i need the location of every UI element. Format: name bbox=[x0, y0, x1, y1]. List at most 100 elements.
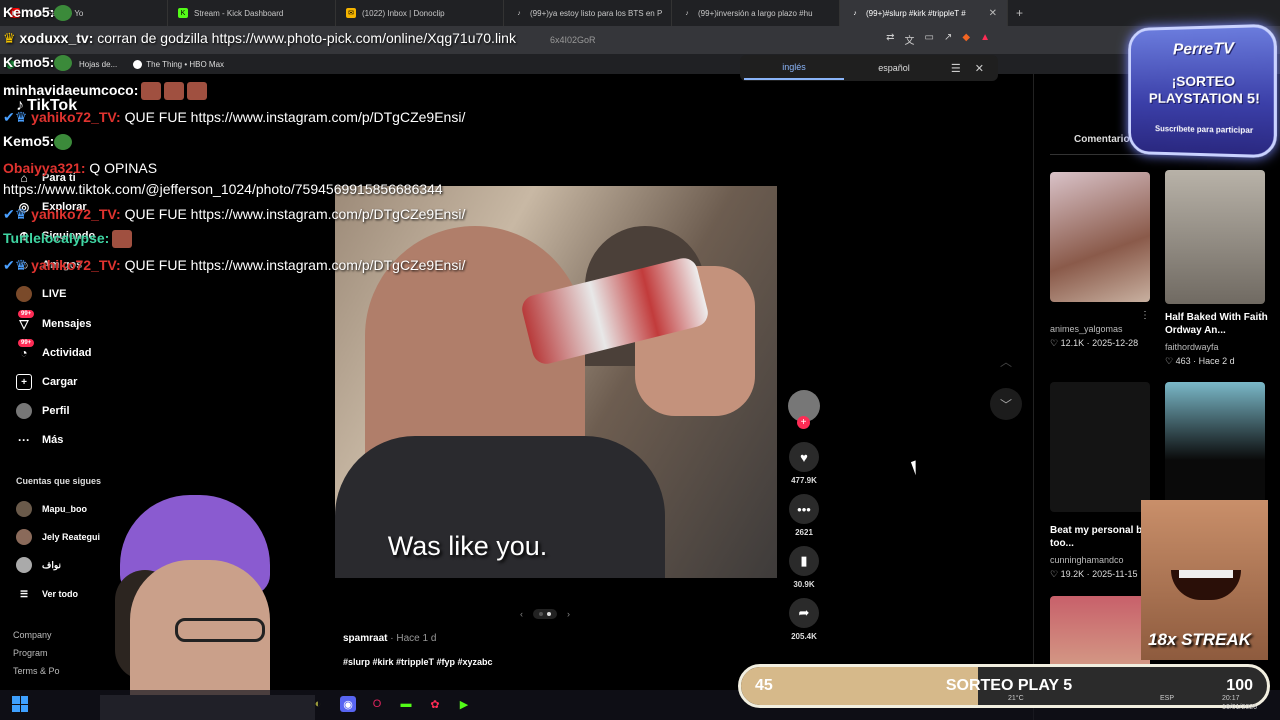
avatar bbox=[16, 501, 32, 517]
related-author[interactable]: faithordwayfa bbox=[1165, 342, 1219, 352]
language-indicator[interactable]: ESP bbox=[1160, 694, 1174, 703]
share-count: 205.4K bbox=[791, 632, 817, 641]
carousel-dot[interactable] bbox=[547, 612, 551, 616]
like-count: 477.9K bbox=[791, 476, 817, 485]
tiktok-icon: ♪ bbox=[853, 9, 857, 17]
related-author[interactable]: animes_yalgomas bbox=[1050, 324, 1123, 334]
progress-goal: 100 bbox=[1226, 677, 1253, 694]
taskbar-app-icon[interactable]: ✿ bbox=[427, 696, 443, 712]
close-icon[interactable]: ✕ bbox=[975, 62, 984, 75]
previous-video-button[interactable]: ︿ bbox=[990, 345, 1022, 377]
kick-icon[interactable]: ▬ bbox=[398, 696, 414, 712]
translate-lang-english[interactable]: inglés bbox=[744, 56, 844, 80]
following-item[interactable]: Jely Reategui bbox=[16, 529, 100, 545]
chat-message: minhavidaeumcoco: bbox=[3, 82, 208, 101]
face-emote-icon bbox=[187, 82, 208, 101]
share-icon[interactable]: ↗ bbox=[944, 32, 952, 47]
see-all-link[interactable]: ☰ Ver todo bbox=[16, 586, 78, 602]
profile-icon bbox=[16, 403, 32, 419]
chevron-right-icon[interactable]: › bbox=[567, 609, 570, 619]
close-tab-icon[interactable]: ✕ bbox=[989, 8, 997, 19]
face-emote-icon bbox=[112, 230, 133, 249]
nav-label: Actividad bbox=[42, 347, 92, 359]
notification-badge: 99+ bbox=[18, 310, 35, 318]
giveaway-brand: PerreTV bbox=[1172, 40, 1234, 59]
opera-icon[interactable]: O bbox=[369, 696, 385, 712]
follow-plus-icon[interactable]: + bbox=[797, 416, 810, 429]
play-icon[interactable]: ▶ bbox=[456, 696, 472, 712]
nav-label: Más bbox=[42, 434, 64, 446]
footer-link[interactable]: Company bbox=[13, 630, 52, 640]
taskbar-app-icon[interactable]: ◐ bbox=[310, 696, 326, 712]
discord-icon[interactable]: ◉ bbox=[340, 696, 356, 712]
chat-username: minhavidaeumcoco: bbox=[3, 82, 139, 98]
streak-counter: 18x STREAK bbox=[1148, 630, 1251, 649]
chat-username: Kemo5: bbox=[3, 4, 55, 20]
windows-start-icon[interactable] bbox=[12, 696, 28, 712]
rewards-icon[interactable]: ▲ bbox=[980, 32, 990, 47]
chat-message: ✔♛ yahiko72_TV: QUE FUE https://www.inst… bbox=[3, 109, 465, 126]
next-video-button[interactable]: ﹀ bbox=[990, 388, 1022, 420]
bookmark-button[interactable]: ▮ 30.9K bbox=[789, 546, 819, 589]
chat-message: ♛ xoduxx_tv: corran de godzilla https://… bbox=[3, 30, 516, 47]
weather-widget[interactable]: 21°C bbox=[1008, 694, 1024, 703]
related-title[interactable]: Half Baked With Faith Ordway An... bbox=[1165, 311, 1275, 337]
heart-outline-icon: ♡ bbox=[1050, 569, 1059, 579]
following-item[interactable]: Mapu_boo bbox=[16, 501, 87, 517]
translate-icon[interactable]: 文 bbox=[905, 32, 915, 47]
following-name: نواف bbox=[42, 559, 61, 570]
sidebar-item-mensajes[interactable]: ▽ 99+ Mensajes bbox=[16, 310, 92, 332]
nav-label: Cargar bbox=[42, 376, 78, 388]
related-thumbnail[interactable] bbox=[1165, 170, 1265, 304]
tiktok-icon: ♪ bbox=[685, 9, 689, 17]
chat-message: https://www.tiktok.com/@jefferson_1024/p… bbox=[3, 181, 443, 197]
cast-icon[interactable]: ▭ bbox=[925, 32, 934, 47]
video-hashtags[interactable]: #slurp #kirk #trippleT #fyp #xyzabc bbox=[343, 657, 493, 667]
video-author[interactable]: spamraat bbox=[343, 633, 387, 644]
chat-username: Kemo5: bbox=[3, 133, 55, 149]
carousel-dot[interactable] bbox=[539, 612, 543, 616]
share-button[interactable]: ➦ 205.4K bbox=[789, 598, 819, 641]
tab-title: (99+)#slurp #kirk #trippleT # bbox=[866, 8, 966, 18]
new-tab-button[interactable]: + bbox=[1008, 6, 1031, 20]
system-tray: ESP bbox=[1160, 694, 1174, 703]
face-emote-icon bbox=[141, 82, 162, 101]
sidebar-item-perfil[interactable]: Perfil bbox=[16, 403, 70, 419]
menu-icon[interactable]: ☰ bbox=[951, 62, 961, 75]
related-thumbnail[interactable] bbox=[1050, 382, 1150, 512]
chat-username: xoduxx_tv: bbox=[19, 30, 94, 46]
clock[interactable]: 20:17 16/01/2026 bbox=[1222, 694, 1257, 712]
related-thumbnail[interactable] bbox=[1050, 172, 1150, 302]
footer-link[interactable]: Program bbox=[13, 648, 48, 658]
sidebar-item-cargar[interactable]: + Cargar bbox=[16, 374, 77, 390]
more-icon[interactable]: ⋮ bbox=[1140, 310, 1150, 321]
chevron-left-icon[interactable]: ‹ bbox=[520, 609, 523, 619]
related-date: Hace 2 d bbox=[1198, 356, 1235, 366]
related-author[interactable]: cunninghamandco bbox=[1050, 555, 1124, 565]
sidebar-item-actividad[interactable]: ◔ 99+ Actividad bbox=[16, 339, 92, 361]
chat-username: Turtlelocalypse: bbox=[3, 230, 110, 246]
like-button[interactable]: ♥ 477.9K bbox=[789, 442, 819, 485]
chat-message: Kemo5: bbox=[3, 133, 73, 151]
browser-tab[interactable]: ♪ (99+)inversión a largo plazo #hu bbox=[672, 0, 840, 26]
giveaway-subtitle: Suscríbete para participar bbox=[1155, 124, 1254, 136]
no-translate-icon[interactable]: ⇄ bbox=[886, 32, 894, 47]
browser-tab-active[interactable]: ♪ (99+)#slurp #kirk #trippleT # ✕ bbox=[840, 0, 1008, 26]
address-bar-icons: ⇄ 文 ▭ ↗ ◆ ▲ bbox=[886, 32, 990, 47]
translate-lang-spanish[interactable]: español bbox=[844, 57, 944, 79]
chat-text: corran de godzilla https://www.photo-pic… bbox=[97, 30, 516, 46]
comment-button[interactable]: ••• 2621 bbox=[789, 494, 819, 537]
pepe-emote-icon bbox=[54, 134, 73, 151]
related-thumbnail[interactable] bbox=[1165, 382, 1265, 512]
following-item[interactable]: نواف bbox=[16, 557, 61, 573]
more-icon: ··· bbox=[18, 433, 30, 447]
related-likes: 463 bbox=[1175, 356, 1191, 366]
brave-shield-icon[interactable]: ◆ bbox=[962, 32, 970, 47]
footer-link[interactable]: Terms & Po bbox=[13, 666, 60, 676]
chat-text: QUE FUE https://www.instagram.com/p/DTgC… bbox=[124, 206, 466, 222]
chat-text: Q OPINAS bbox=[89, 160, 158, 176]
sidebar-item-mas[interactable]: ··· Más bbox=[16, 432, 63, 448]
translate-popup: inglés español ☰ ✕ bbox=[740, 55, 998, 81]
clock-time: 20:17 bbox=[1222, 695, 1240, 702]
activity-icon: ◔ 99+ bbox=[16, 339, 35, 361]
